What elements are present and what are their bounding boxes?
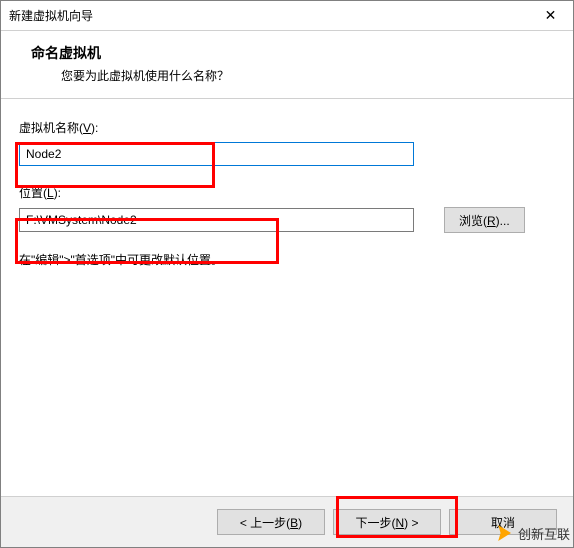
close-icon: ✕ [545, 7, 557, 24]
wizard-footer: < 上一步(B) 下一步(N) > 取消 [1, 496, 573, 547]
cancel-button[interactable]: 取消 [449, 509, 557, 535]
wizard-window: 新建虚拟机向导 ✕ 命名虚拟机 您要为此虚拟机使用什么名称？ 虚拟机名称(V):… [0, 0, 574, 548]
wizard-header-subtitle: 您要为此虚拟机使用什么名称？ [31, 67, 557, 84]
close-button[interactable]: ✕ [528, 1, 573, 30]
wizard-header-title: 命名虚拟机 [31, 43, 557, 63]
browse-button[interactable]: 浏览(R)... [444, 207, 525, 233]
location-input[interactable] [19, 208, 414, 232]
content-area: 虚拟机名称(V): 位置(L): 浏览(R)... 在"编辑">"首选项"中可更… [1, 99, 573, 496]
vm-name-input[interactable] [19, 142, 414, 166]
vm-name-field: 虚拟机名称(V): [19, 119, 555, 166]
location-field: 位置(L): 浏览(R)... [19, 184, 555, 233]
window-title: 新建虚拟机向导 [9, 7, 93, 24]
vm-name-label: 虚拟机名称(V): [19, 119, 555, 136]
next-button[interactable]: 下一步(N) > [333, 509, 441, 535]
location-label: 位置(L): [19, 184, 555, 201]
wizard-header: 命名虚拟机 您要为此虚拟机使用什么名称？ [1, 31, 573, 98]
back-button[interactable]: < 上一步(B) [217, 509, 325, 535]
titlebar: 新建虚拟机向导 ✕ [1, 1, 573, 31]
default-location-hint: 在"编辑">"首选项"中可更改默认位置。 [19, 251, 555, 268]
